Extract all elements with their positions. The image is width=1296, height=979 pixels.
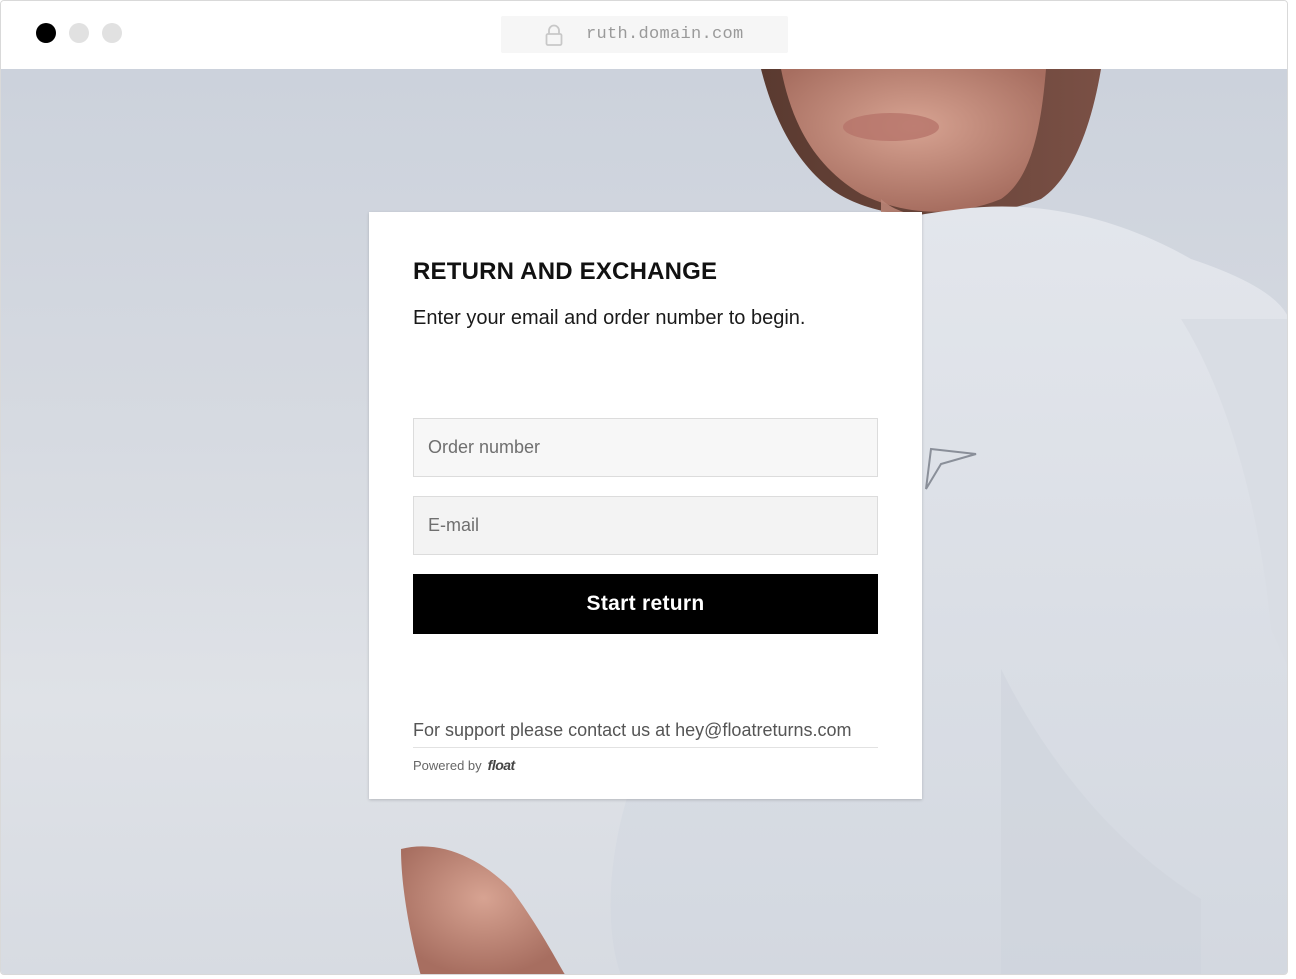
- float-logo[interactable]: float: [488, 757, 516, 773]
- support-text: For support please contact us at hey@flo…: [413, 720, 878, 748]
- powered-by: Powered by float: [413, 757, 515, 773]
- browser-window: ruth.domain.com RETURN AND EXCHANGE Ente…: [0, 0, 1288, 975]
- browser-titlebar: ruth.domain.com: [1, 1, 1287, 70]
- powered-by-label: Powered by: [413, 757, 482, 773]
- return-form-card: RETURN AND EXCHANGE Enter your email and…: [369, 212, 922, 799]
- page-viewport: RETURN AND EXCHANGE Enter your email and…: [1, 69, 1287, 974]
- lock-icon: [545, 24, 563, 46]
- address-url[interactable]: ruth.domain.com: [586, 16, 744, 53]
- form-subtitle: Enter your email and order number to beg…: [413, 307, 806, 329]
- order-number-input[interactable]: [413, 418, 878, 477]
- window-minimize-dot[interactable]: [69, 23, 89, 43]
- window-maximize-dot[interactable]: [102, 23, 122, 43]
- email-input[interactable]: [413, 496, 878, 555]
- window-close-dot[interactable]: [36, 23, 56, 43]
- form-title: RETURN AND EXCHANGE: [413, 258, 718, 285]
- address-bar[interactable]: ruth.domain.com: [501, 16, 788, 53]
- start-return-button[interactable]: Start return: [413, 574, 878, 634]
